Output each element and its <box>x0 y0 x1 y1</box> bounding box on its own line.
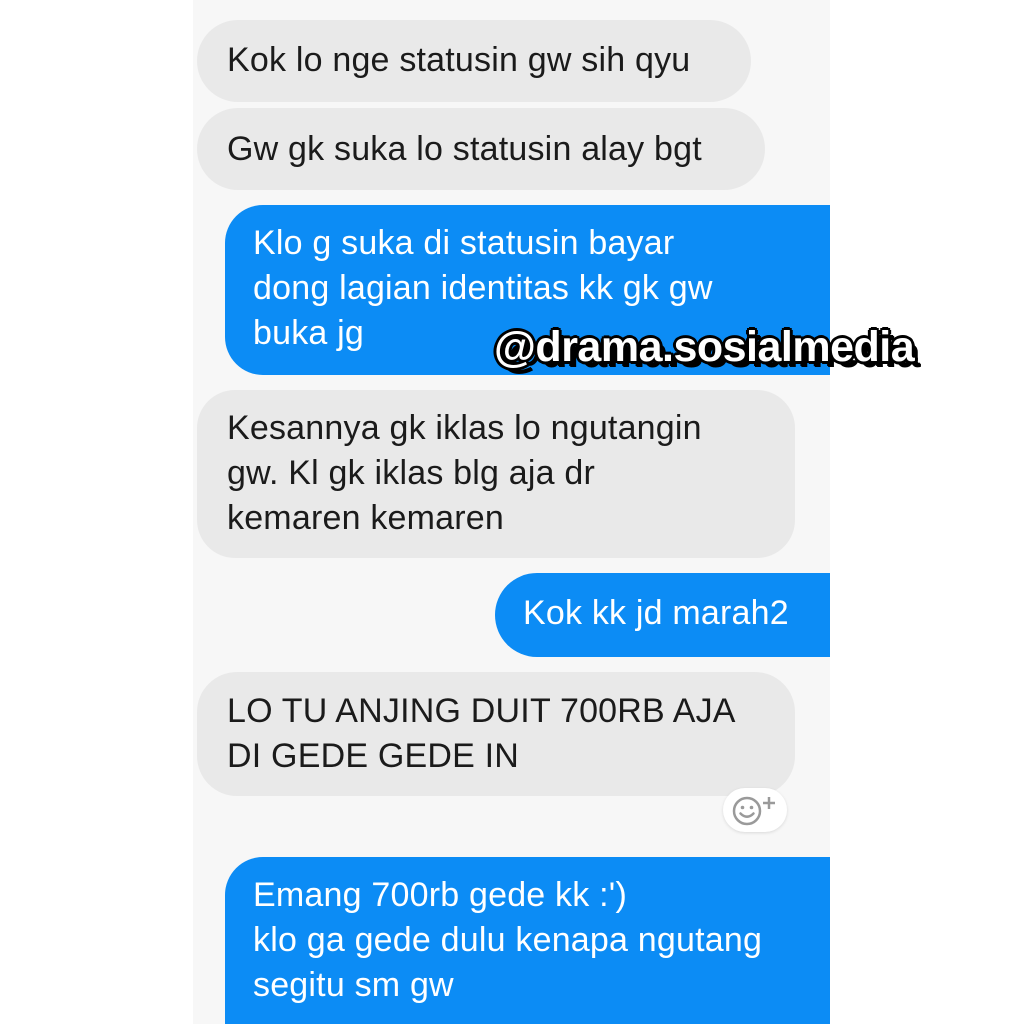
watermark-text: @drama.sosialmedia <box>494 323 915 371</box>
message-bubble-incoming[interactable]: LO TU ANJING DUIT 700RB AJA DI GEDE GEDE… <box>197 672 795 796</box>
smiley-plus-icon <box>732 796 775 826</box>
message-bubble-incoming[interactable]: Kesannya gk iklas lo ngutangin gw. Kl gk… <box>197 390 795 558</box>
message-bubble-incoming[interactable]: Kok lo nge statusin gw sih qyu <box>197 20 751 102</box>
add-reaction-button[interactable] <box>723 788 787 832</box>
screenshot-frame: Kok lo nge statusin gw sih qyu Gw gk suk… <box>0 0 1024 1024</box>
chat-thread[interactable]: Kok lo nge statusin gw sih qyu Gw gk suk… <box>193 0 830 1024</box>
message-bubble-incoming[interactable]: Gw gk suka lo statusin alay bgt <box>197 108 765 190</box>
message-bubble-outgoing[interactable]: Emang 700rb gede kk :') klo ga gede dulu… <box>225 857 830 1024</box>
message-bubble-outgoing[interactable]: Kok kk jd marah2 <box>495 573 830 657</box>
